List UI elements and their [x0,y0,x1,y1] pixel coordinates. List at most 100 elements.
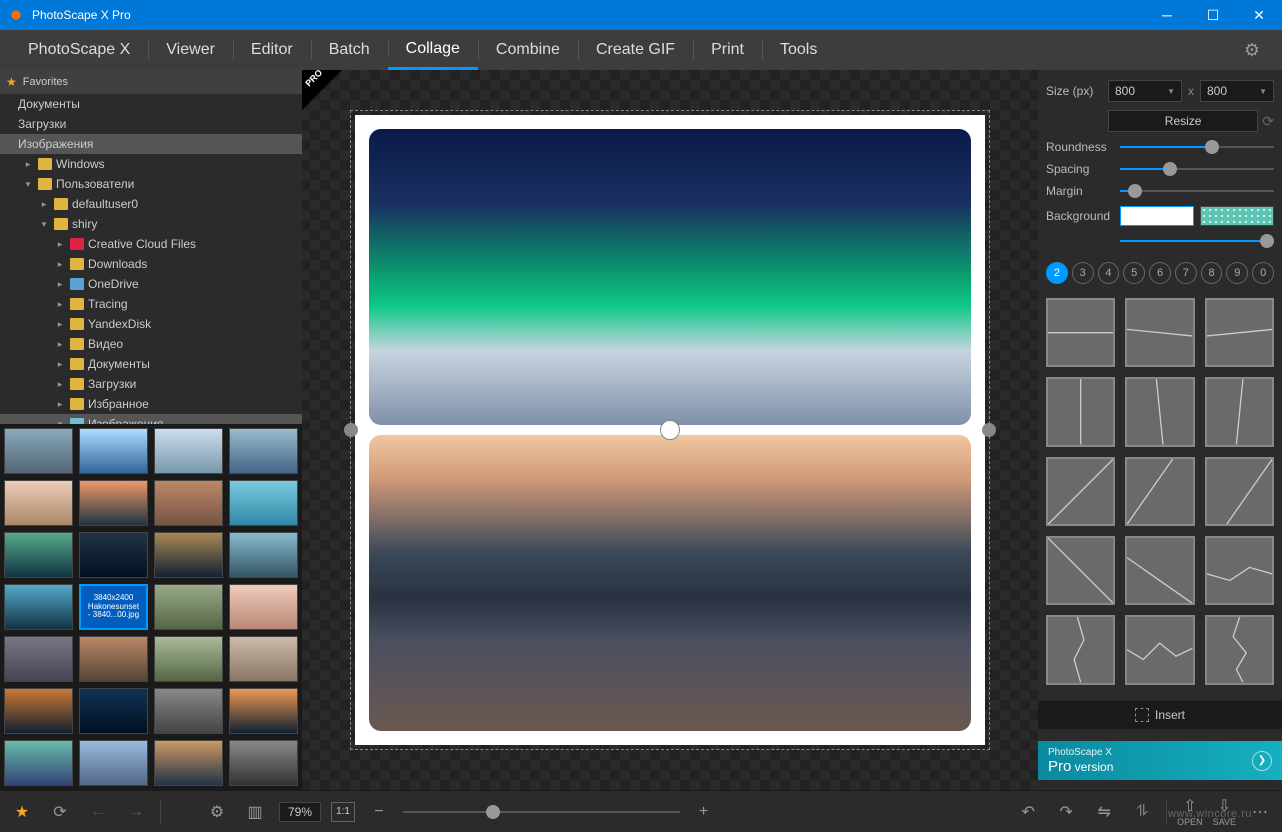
thumbnail[interactable] [79,688,148,734]
nav-back-icon[interactable]: ← [84,798,112,826]
ratio-button[interactable]: 1:1 [331,802,355,822]
thumbnail[interactable] [4,584,73,630]
tree-row[interactable]: ▸Creative Cloud Files [0,234,302,254]
layout-template[interactable] [1125,377,1194,446]
thumbnail[interactable] [154,428,223,474]
tree-row[interactable]: Документы [0,94,302,114]
layout-template[interactable] [1205,377,1274,446]
thumbnail[interactable] [154,636,223,682]
collage-cell-bottom[interactable] [369,435,971,731]
thumbnail[interactable] [154,740,223,786]
layout-template[interactable] [1205,615,1274,684]
height-dropdown[interactable]: 800▼ [1200,80,1274,102]
layout-template[interactable] [1125,298,1194,367]
layout-template[interactable] [1125,536,1194,605]
tree-row[interactable]: Изображения [0,134,302,154]
thumbnail[interactable] [4,636,73,682]
tab-photoscape[interactable]: PhotoScape X [10,30,148,70]
tree-row[interactable]: ▸Избранное [0,394,302,414]
layout-count-4[interactable]: 4 [1098,262,1120,284]
spacing-slider[interactable] [1120,162,1274,176]
flip-horizontal-icon[interactable]: ⇋ [1090,798,1118,826]
thumbnail[interactable] [154,480,223,526]
thumbnail[interactable] [4,428,73,474]
layout-count-0[interactable]: 0 [1252,262,1274,284]
layout-template[interactable] [1205,536,1274,605]
tree-row[interactable]: ▸Downloads [0,254,302,274]
thumbnail[interactable]: 3840x2400Hakonesunset- 3840...00.jpg [79,584,148,630]
favorite-toggle-icon[interactable]: ★ [8,798,36,826]
layout-template[interactable] [1125,615,1194,684]
thumbnail[interactable] [229,688,298,734]
canvas-area[interactable] [302,70,1038,790]
tab-combine[interactable]: Combine [478,30,578,70]
thumbnail[interactable] [229,584,298,630]
tree-row[interactable]: Загрузки [0,114,302,134]
thumbnail[interactable] [4,532,73,578]
folder-tree[interactable]: ДокументыЗагрузкиИзображения▸Windows▾Пол… [0,94,302,424]
background-pattern-swatch[interactable] [1200,206,1274,226]
layout-count-8[interactable]: 8 [1201,262,1223,284]
margin-slider[interactable] [1120,184,1274,198]
settings-gear-icon[interactable]: ⚙ [1232,30,1272,70]
resize-button[interactable]: Resize [1108,110,1258,132]
layout-count-9[interactable]: 9 [1226,262,1248,284]
nav-forward-icon[interactable]: → [122,798,150,826]
close-button[interactable]: ✕ [1236,0,1282,30]
insert-button[interactable]: Insert [1038,701,1282,730]
tab-batch[interactable]: Batch [311,30,388,70]
rotate-left-icon[interactable]: ↶ [1014,798,1042,826]
thumbnail[interactable] [79,428,148,474]
thumbnail[interactable] [79,480,148,526]
collage-preview[interactable] [355,115,985,745]
thumbnail[interactable] [4,480,73,526]
layout-template[interactable] [1125,457,1194,526]
tree-row[interactable]: ▸Windows [0,154,302,174]
layout-template[interactable] [1046,615,1115,684]
tab-viewer[interactable]: Viewer [148,30,233,70]
tree-row[interactable]: ▾Изображения [0,414,302,424]
maximize-button[interactable]: ☐ [1190,0,1236,30]
thumbnail[interactable] [229,428,298,474]
thumbnail[interactable] [229,740,298,786]
thumbnail[interactable] [79,636,148,682]
layout-count-2[interactable]: 2 [1046,262,1068,284]
layout-count-6[interactable]: 6 [1149,262,1171,284]
layout-count-5[interactable]: 5 [1123,262,1145,284]
swap-icon[interactable]: ⟳ [1262,113,1274,130]
minimize-button[interactable]: ─ [1144,0,1190,30]
layout-template[interactable] [1046,377,1115,446]
tree-row[interactable]: ▸Загрузки [0,374,302,394]
refresh-icon[interactable]: ⟳ [46,798,74,826]
settings-icon[interactable]: ⚙ [203,798,231,826]
zoom-in-icon[interactable]: + [690,798,718,826]
layout-count-3[interactable]: 3 [1072,262,1094,284]
zoom-slider[interactable] [403,805,680,819]
thumbnail[interactable] [4,688,73,734]
thumbnail-grid[interactable]: 3840x2400Hakonesunset- 3840...00.jpg [0,424,302,790]
grid-toggle-icon[interactable]: ▥ [241,798,269,826]
thumbnail[interactable] [229,532,298,578]
rotate-right-icon[interactable]: ↷ [1052,798,1080,826]
layout-template[interactable] [1046,298,1115,367]
tree-row[interactable]: ▸Tracing [0,294,302,314]
collage-cell-top[interactable] [369,129,971,425]
layout-template[interactable] [1046,457,1115,526]
tree-row[interactable]: ▸OneDrive [0,274,302,294]
width-dropdown[interactable]: 800▼ [1108,80,1182,102]
roundness-slider[interactable] [1120,140,1274,154]
tree-row[interactable]: ▾shiry [0,214,302,234]
favorites-header[interactable]: ★ Favorites [0,70,302,94]
flip-vertical-icon[interactable]: ⥮ [1128,798,1156,826]
pro-version-promo[interactable]: PhotoScape X Pro version ❯ [1038,741,1282,780]
thumbnail[interactable] [229,636,298,682]
zoom-out-icon[interactable]: − [365,798,393,826]
tab-collage[interactable]: Collage [388,30,478,70]
thumbnail[interactable] [154,532,223,578]
divider-handle[interactable] [660,420,680,440]
tab-tools[interactable]: Tools [762,30,835,70]
background-slider[interactable] [1120,234,1274,248]
tab-print[interactable]: Print [693,30,762,70]
tree-row[interactable]: ▸Документы [0,354,302,374]
layout-template[interactable] [1046,536,1115,605]
